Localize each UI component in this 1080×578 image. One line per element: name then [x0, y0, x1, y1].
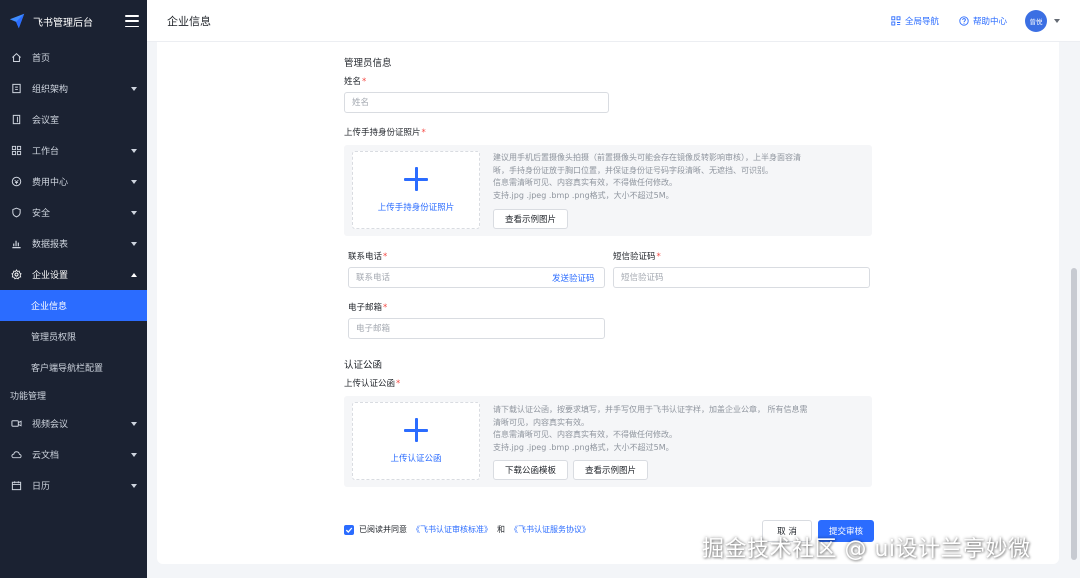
help-icon [959, 15, 969, 26]
sidebar-item-label: 数据报表 [32, 240, 69, 250]
sidebar-item-billing[interactable]: 费用中心 [0, 166, 147, 197]
sidebar-item-label: 组织架构 [32, 85, 69, 95]
home-icon [10, 52, 22, 64]
sidebar: 飞书管理后台 首页 组织架构 会议室 工作台 费用中心 安全 数据报表 企业设置 [0, 0, 147, 578]
page-title: 企业信息 [167, 14, 211, 28]
sidebar-item-workbench[interactable]: 工作台 [0, 135, 147, 166]
brand: 飞书管理后台 [0, 0, 147, 42]
chevron-down-icon [131, 421, 137, 426]
sidebar-item-company-settings[interactable]: 企业设置 [0, 259, 147, 290]
cert-section-title: 认证公函 [344, 360, 383, 371]
check-icon [345, 527, 353, 533]
plus-icon [404, 418, 428, 442]
plus-icon [404, 167, 428, 191]
chevron-down-icon[interactable] [1054, 18, 1060, 23]
sidebar-group-label: 功能管理 [10, 392, 47, 402]
agree-prefix: 已阅读并同意 [359, 525, 407, 534]
feishu-logo-icon [9, 13, 25, 29]
admin-section-title: 管理员信息 [344, 58, 392, 69]
chevron-down-icon [131, 86, 137, 91]
send-code-button[interactable]: 发送验证码 [552, 272, 595, 284]
chevron-down-icon [131, 452, 137, 457]
chevron-up-icon [131, 272, 137, 277]
gear-icon [10, 269, 22, 281]
sidebar-item-label: 会议室 [32, 116, 60, 126]
audit-standard-link[interactable]: 《飞书认证审核标准》 [412, 524, 492, 535]
sidebar-item-reports[interactable]: 数据报表 [0, 228, 147, 259]
id-photo-description: 建议用手机后置摄像头拍摄（前置摄像头可能会存在镜像反转影响审核），上半身面容清 … [493, 153, 801, 200]
sidebar-item-cloud-docs[interactable]: 云文档 [0, 439, 147, 470]
sidebar-item-label: 视频会议 [32, 420, 69, 430]
sidebar-item-security[interactable]: 安全 [0, 197, 147, 228]
phone-label: 联系电话* [348, 252, 388, 262]
agree-and: 和 [497, 525, 505, 534]
scrollbar[interactable] [1071, 268, 1077, 560]
sidebar-item-label: 费用中心 [32, 178, 69, 188]
agreement-row: 已阅读并同意 《飞书认证审核标准》和《飞书认证服务协议》 [344, 524, 590, 535]
sidebar-item-label: 云文档 [32, 451, 60, 461]
calendar-icon [10, 480, 22, 492]
view-sample-button[interactable]: 查看示例图片 [493, 209, 568, 229]
email-label: 电子邮箱* [348, 303, 388, 313]
sidebar-item-label: 日历 [32, 482, 51, 492]
service-agreement-link[interactable]: 《飞书认证服务协议》 [510, 524, 590, 535]
chevron-down-icon [131, 483, 137, 488]
id-photo-upload-box[interactable]: 上传手持身份证照片 [352, 151, 480, 229]
sms-code-label: 短信验证码* [613, 252, 661, 262]
sms-code-input[interactable] [613, 267, 870, 288]
sidebar-subitem-client-nav-config[interactable]: 客户端导航栏配置 [0, 352, 147, 383]
sidebar-item-label: 安全 [32, 209, 51, 219]
sidebar-item-home[interactable]: 首页 [0, 42, 147, 73]
chevron-down-icon [131, 241, 137, 246]
sidebar-item-video-meeting[interactable]: 视频会议 [0, 408, 147, 439]
cert-letter-label: 上传认证公函* [344, 379, 401, 389]
chevron-down-icon [131, 179, 137, 184]
download-template-button[interactable]: 下载公函模板 [493, 460, 568, 480]
menu-toggle-icon[interactable] [125, 15, 139, 27]
watermark: 掘金技术社区 @ ui设计兰亭妙微 [702, 537, 1031, 562]
cert-upload-label: 上传认证公函 [390, 454, 442, 464]
cert-upload-box[interactable]: 上传认证公函 [352, 402, 480, 480]
avatar[interactable]: 曾悦 [1025, 9, 1047, 32]
coin-icon [10, 176, 22, 188]
help-center-link[interactable]: 帮助中心 [959, 15, 1007, 27]
global-nav-label: 全局导航 [904, 16, 939, 27]
sidebar-item-meeting-room[interactable]: 会议室 [0, 104, 147, 135]
cloud-icon [10, 449, 22, 461]
grid-icon [10, 145, 22, 157]
chevron-down-icon [131, 210, 137, 215]
global-nav-link[interactable]: 全局导航 [891, 15, 939, 27]
sidebar-item-calendar[interactable]: 日历 [0, 470, 147, 501]
door-icon [10, 114, 22, 126]
video-icon [10, 418, 22, 430]
chevron-down-icon [131, 148, 137, 153]
sidebar-subitem-admin-permissions[interactable]: 管理员权限 [0, 321, 147, 352]
org-icon [10, 83, 22, 95]
sidebar-item-label: 首页 [32, 54, 51, 64]
sidebar-item-label: 企业设置 [32, 271, 69, 281]
app-title: 飞书管理后台 [33, 17, 93, 29]
id-photo-label: 上传手持身份证照片* [344, 128, 426, 138]
name-input[interactable] [344, 92, 609, 113]
view-sample-button-2[interactable]: 查看示例图片 [573, 460, 648, 480]
email-input[interactable] [348, 318, 605, 339]
help-center-label: 帮助中心 [972, 16, 1007, 27]
top-header: 企业信息 全局导航 帮助中心 曾悦 [147, 0, 1080, 42]
id-photo-upload-label: 上传手持身份证照片 [377, 203, 455, 213]
sidebar-item-org[interactable]: 组织架构 [0, 73, 147, 104]
sidebar-subitem-company-info[interactable]: 企业信息 [0, 290, 147, 321]
bar-chart-icon [10, 238, 22, 250]
sidebar-item-label: 工作台 [32, 147, 60, 157]
agree-checkbox[interactable] [344, 524, 354, 535]
shield-icon [10, 207, 22, 219]
grid-icon [891, 15, 901, 25]
name-label: 姓名* [344, 77, 367, 87]
cert-description: 请下载认证公函，按要求填写，并手写仅用于飞书认证字样，加盖企业公章， 所有信息需… [493, 405, 808, 452]
